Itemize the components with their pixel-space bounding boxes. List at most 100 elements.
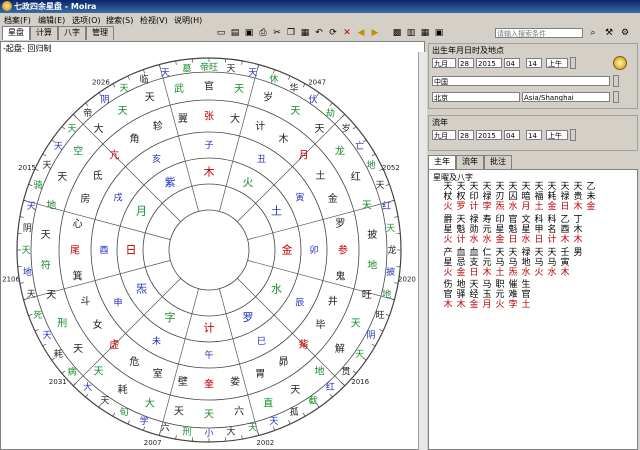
search-placeholder: 请输入搜索条件	[497, 30, 546, 38]
tick-5	[379, 329, 384, 332]
ring_mid-label: 大	[94, 122, 104, 135]
ring_outer-label: 大	[227, 426, 236, 438]
ring_inner-label: 室	[153, 367, 163, 380]
ring_inner-label: 壁	[178, 375, 188, 388]
ring_mid-label: 天	[174, 407, 184, 418]
menu-help[interactable]: 说明(H)	[174, 15, 202, 26]
birth-spin[interactable]	[570, 57, 576, 69]
menu-file[interactable]: 档案(F)	[4, 15, 31, 26]
flow-ampm[interactable]: 上午	[546, 130, 568, 140]
tick-42	[42, 153, 47, 157]
ring_inner-label: 箕	[73, 269, 83, 282]
refresh-icon[interactable]: ⟳	[327, 27, 339, 39]
cols3-char: 金	[456, 268, 466, 278]
cols2-char: 星	[495, 225, 505, 235]
search-icon[interactable]: ⌕	[587, 27, 599, 39]
cols-char: 孛	[482, 202, 492, 212]
center-label: 木	[204, 166, 215, 179]
ring_outer-label: 天	[386, 224, 395, 234]
cols2-char: 水	[482, 235, 492, 245]
cols3-char: 仁	[482, 248, 492, 258]
ring_inner-label: 尾	[70, 244, 80, 256]
tools-icon[interactable]: ⚒	[603, 27, 615, 39]
new-icon[interactable]: ▭	[215, 27, 227, 39]
menu-search[interactable]: 搜索(S)	[106, 15, 133, 26]
tick-23	[127, 420, 130, 425]
ring_inner-label: 罗	[335, 218, 345, 230]
back-icon[interactable]: ◀	[355, 27, 367, 39]
ring_inner-label: 角	[130, 133, 140, 145]
city-spin[interactable]	[613, 91, 619, 103]
chart_palaces-label: 巳	[257, 336, 266, 347]
tab-manage[interactable]: 管理	[86, 26, 114, 40]
star-chart-wheel[interactable]: 帝旺天天休华伏劫岁亡地天红天龙披地旺阴天贯红截孤天天大小刑六学旬天大病耗天死天地…	[1, 54, 421, 449]
tab-bazi[interactable]: 八字	[58, 26, 86, 40]
birth-label: 出生年月日时及地点	[432, 46, 504, 55]
birth-year[interactable]: 2015	[476, 58, 502, 68]
ring_outer-label: 天	[161, 68, 170, 78]
menu-view[interactable]: 检视(V)	[140, 15, 168, 26]
city-select[interactable]: 北京	[432, 92, 520, 102]
tab-flow-year[interactable]: 流年	[456, 155, 484, 169]
grid-icon[interactable]: ▦	[419, 27, 431, 39]
list-icon[interactable]: ▥	[405, 27, 417, 39]
ring_outer-label: 帝	[83, 107, 92, 119]
cols-char: 土	[534, 202, 544, 212]
flow-day[interactable]: 28	[458, 130, 474, 140]
tab-calc[interactable]: 计算	[30, 26, 58, 40]
tab-natal[interactable]: 主年	[428, 155, 456, 169]
cut-icon[interactable]: ✂	[271, 27, 283, 39]
cols3-char: 炁	[508, 268, 518, 278]
cast-chart-icon[interactable]	[613, 56, 627, 70]
open-icon[interactable]: ▤	[229, 27, 241, 39]
timezone-select[interactable]: Asia/Shanghai	[522, 92, 610, 102]
tick-45	[73, 114, 77, 118]
tick-20	[175, 435, 177, 440]
flow-month[interactable]: 九月	[432, 130, 456, 140]
cols2-char: 魁	[508, 225, 518, 235]
birth-hour[interactable]: 04	[504, 58, 520, 68]
flow-year[interactable]: 2015	[476, 130, 502, 140]
undo-icon[interactable]: ↶	[313, 27, 325, 39]
app-logo-icon	[2, 1, 12, 11]
flow-hour[interactable]: 04	[504, 130, 520, 140]
tick-22	[143, 426, 145, 431]
delete-icon[interactable]: ✕	[341, 27, 353, 39]
menu-edit[interactable]: 编辑(E)	[38, 15, 65, 26]
flow-minute[interactable]: 14	[526, 130, 542, 140]
birth-month[interactable]: 九月	[432, 58, 456, 68]
search-input[interactable]: 请输入搜索条件	[495, 28, 583, 38]
cols2-char: 勋	[469, 225, 479, 235]
ring_mid-label: 武	[174, 82, 184, 95]
settings-icon[interactable]: ⚙	[619, 27, 631, 39]
cols-char: 天	[495, 182, 505, 192]
tab-chart[interactable]: 星盘	[2, 26, 30, 40]
paste-icon[interactable]: ▦	[299, 27, 311, 39]
tick-69	[390, 200, 395, 202]
window-title-bar: 七政四余星盘 - Moira	[0, 0, 640, 13]
cols-char: 暗	[521, 192, 531, 202]
save-icon[interactable]: ▣	[243, 27, 255, 39]
birth-ampm[interactable]: 上午	[546, 58, 568, 68]
print-icon[interactable]: ⎙	[257, 27, 269, 39]
flow-spin[interactable]	[570, 129, 576, 141]
cols4-char: 职	[495, 280, 505, 290]
country-spin[interactable]	[613, 75, 619, 87]
menu-options[interactable]: 选项(O)	[72, 15, 101, 26]
birth-minute[interactable]: 14	[526, 58, 542, 68]
chart-scrollbar[interactable]	[418, 52, 427, 450]
cols2-char: 星	[521, 225, 531, 235]
tick-8	[352, 370, 357, 374]
copy-icon[interactable]: ❐	[285, 27, 297, 39]
birth-day[interactable]: 28	[458, 58, 474, 68]
tab-notes[interactable]: 批注	[484, 155, 512, 169]
cols3-char: 土	[495, 268, 505, 278]
chart-icon[interactable]: ▩	[391, 27, 403, 39]
cols-char: 天	[456, 182, 466, 192]
ring_outer-label: 天	[42, 161, 51, 171]
ring_outer-label: 天	[68, 125, 77, 135]
ring_outer-label: 墓	[182, 62, 191, 74]
country-select[interactable]: 中国	[432, 76, 610, 86]
window-icon[interactable]: ▣	[433, 27, 445, 39]
forward-icon[interactable]: ▶	[369, 27, 381, 39]
